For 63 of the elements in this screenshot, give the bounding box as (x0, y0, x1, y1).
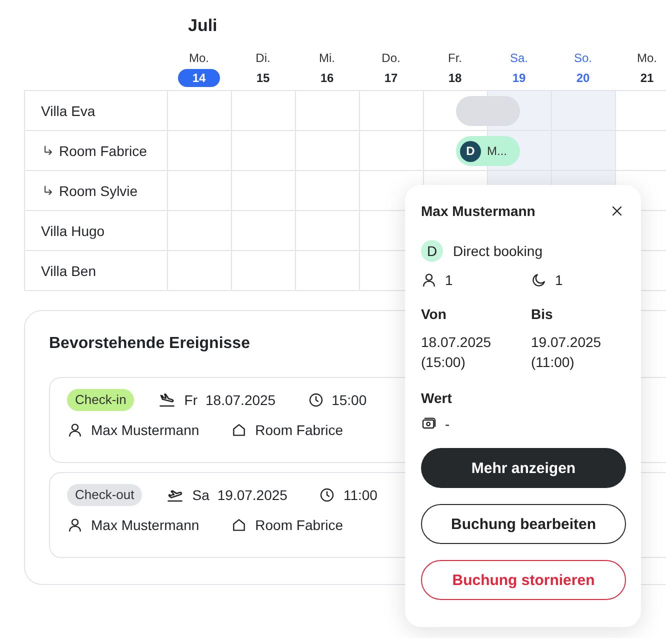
unit-name: Room Fabrice (255, 422, 344, 438)
guest-count: 1 (445, 272, 453, 288)
event-date: 18.07.2025 (206, 392, 276, 408)
from-date: 18.07.2025 (421, 333, 492, 352)
date-label: 17 (383, 70, 399, 87)
event-weekday: Sa (192, 487, 210, 503)
moon-icon (531, 272, 547, 288)
event-weekday: Fr (184, 392, 198, 408)
weekday-label: Fr. (448, 50, 462, 66)
person-icon (421, 272, 437, 288)
source-avatar: D (421, 240, 443, 262)
guest-name: Max Mustermann (91, 517, 200, 533)
weekday-label: Mo. (636, 50, 657, 66)
weekday-label: Di. (256, 50, 270, 66)
from-label: Von (421, 306, 448, 322)
clock-icon (308, 392, 324, 408)
to-label: Bis (531, 306, 554, 322)
guest-name: Max Mustermann (91, 422, 200, 438)
unit-name: Room Fabrice (255, 517, 344, 533)
status-badge: Check-out (67, 484, 142, 506)
weekday-label: So. (574, 50, 592, 66)
unit-name: Villa Ben (41, 262, 96, 278)
value-label: Wert (421, 390, 453, 406)
booking-label: M... (487, 144, 507, 158)
date-label: 18 (447, 70, 463, 87)
from-time: (15:00) (421, 353, 466, 372)
date-label: 16 (319, 70, 335, 87)
booking-value: - (445, 416, 450, 432)
to-date: 19.07.2025 (531, 333, 602, 352)
to-time: (11:00) (531, 353, 576, 372)
event-time: 15:00 (332, 392, 367, 408)
person-icon (67, 422, 83, 438)
clock-icon (319, 487, 336, 503)
weekday-label: Mi. (319, 50, 335, 66)
status-badge: Check-in (67, 389, 134, 411)
unit-name: Room Sylvie (59, 182, 138, 198)
month-title: Juli (187, 15, 218, 37)
landing-plane-icon (158, 391, 176, 409)
person-icon (67, 517, 83, 533)
cancel-booking-button[interactable]: Buchung stornieren (421, 560, 626, 600)
event-date: 19.07.2025 (217, 487, 288, 503)
night-count: 1 (555, 272, 563, 288)
guest-avatar: D (460, 140, 481, 162)
booking-bar[interactable]: D M... (456, 136, 520, 166)
section-title: Bevorstehende Ereignisse (49, 335, 250, 353)
weekday-label: Sa. (510, 50, 528, 66)
unit-name: Villa Eva (41, 102, 96, 118)
date-label: 15 (255, 70, 271, 87)
date-label: 20 (575, 70, 591, 87)
date-label: 21 (639, 70, 655, 87)
weekday-label: Mo. (188, 50, 209, 66)
booking-source: Direct booking (453, 243, 542, 259)
today-date-badge: 14 (178, 69, 220, 87)
date-label: 19 (511, 70, 527, 87)
event-time: 11:00 (343, 487, 378, 503)
unit-name: Room Fabrice (59, 142, 147, 158)
popup-title: Max Mustermann (421, 203, 536, 219)
house-icon (231, 517, 248, 533)
weekday-label: Do. (382, 50, 400, 66)
unit-name: Villa Hugo (41, 222, 105, 238)
edit-booking-button[interactable]: Buchung bearbeiten (421, 504, 626, 544)
show-more-button[interactable]: Mehr anzeigen (421, 448, 626, 488)
house-icon (231, 422, 248, 438)
